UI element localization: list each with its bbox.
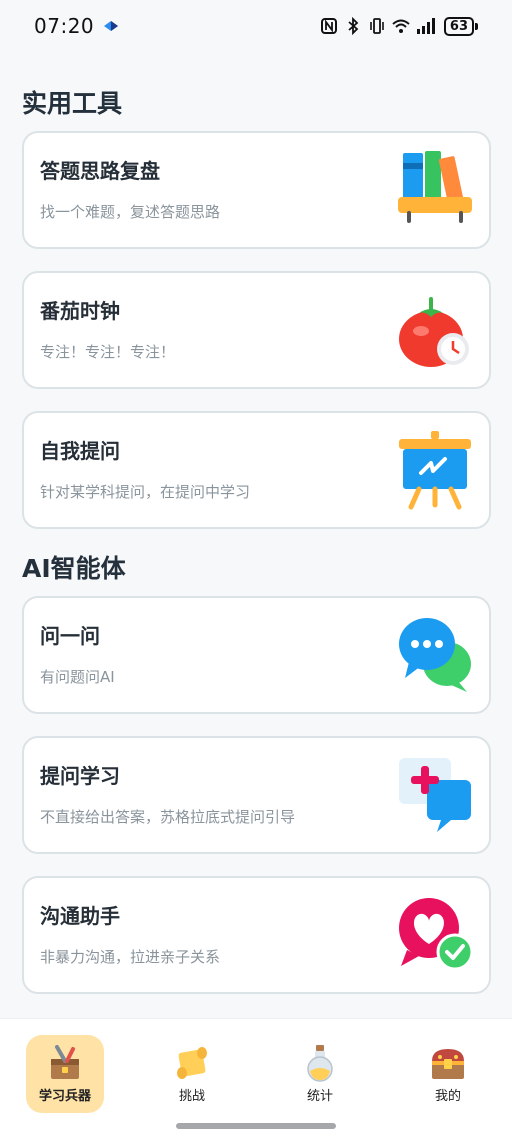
- nfc-icon: [320, 18, 337, 34]
- heart-check-icon: [399, 898, 473, 971]
- nav-item-weapons[interactable]: 学习兵器: [26, 1035, 104, 1113]
- chat-bubbles-icon: [399, 618, 471, 692]
- potion-bottle-icon: [307, 1045, 333, 1082]
- card-title: 提问学习: [40, 764, 120, 788]
- card-title: 番茄时钟: [40, 299, 120, 323]
- card-title: 问一问: [40, 624, 100, 648]
- nav-label: 学习兵器: [38, 1089, 91, 1104]
- books-shelf-icon: [398, 151, 472, 223]
- status-time: 07:20: [34, 14, 95, 38]
- weapon-box-icon: [51, 1045, 79, 1079]
- battery-indicator: 63: [443, 16, 478, 36]
- card-title: 沟通助手: [40, 904, 120, 928]
- nav-item-mine[interactable]: 我的: [409, 1035, 487, 1113]
- card-subtitle: 找一个难题，复述答题思路: [40, 203, 221, 221]
- app-notification-icon: [104, 21, 119, 31]
- card-subtitle: 专注！专注！专注！: [40, 343, 176, 361]
- agent-card-communication[interactable]: 沟通助手 非暴力沟通，拉进亲子关系: [22, 876, 491, 994]
- treasure-chest-icon: [432, 1049, 464, 1079]
- tomato-clock-icon: [399, 297, 469, 367]
- signal-icon: [416, 18, 435, 34]
- battery-level: 63: [443, 16, 474, 36]
- card-title: 答题思路复盘: [40, 159, 160, 183]
- scroll-icon: [177, 1047, 207, 1079]
- card-subtitle: 非暴力沟通，拉进亲子关系: [40, 948, 221, 966]
- bottom-nav: 学习兵器 挑战 统计 我的: [0, 1018, 512, 1139]
- card-subtitle: 针对某学科提问，在提问中学习: [40, 483, 251, 501]
- easel-board-icon: [399, 431, 471, 510]
- tool-card-self-question[interactable]: 自我提问 针对某学科提问，在提问中学习: [22, 411, 491, 529]
- card-title: 自我提问: [40, 439, 120, 463]
- question-cards-icon: [399, 758, 471, 832]
- vibrate-icon: [370, 18, 384, 34]
- status-bar: 07:20 63: [0, 0, 512, 52]
- card-subtitle: 有问题问AI: [40, 668, 115, 686]
- section-title-ai: AI智能体: [22, 554, 126, 583]
- home-indicator[interactable]: [176, 1123, 336, 1129]
- section-title-tools: 实用工具: [22, 89, 123, 118]
- nav-item-challenge[interactable]: 挑战: [153, 1035, 231, 1113]
- agent-card-ask[interactable]: 问一问 有问题问AI: [22, 596, 491, 714]
- tool-card-pomodoro[interactable]: 番茄时钟 专注！专注！专注！: [22, 271, 491, 389]
- bluetooth-icon: [348, 17, 359, 35]
- nav-label: 挑战: [178, 1089, 205, 1104]
- nav-item-stats[interactable]: 统计: [281, 1035, 359, 1113]
- battery-tip: [475, 22, 478, 30]
- card-subtitle: 不直接给出答案，苏格拉底式提问引导: [40, 808, 296, 826]
- nav-label: 我的: [434, 1089, 461, 1104]
- nav-label: 统计: [306, 1089, 333, 1104]
- tool-card-review[interactable]: 答题思路复盘 找一个难题，复述答题思路: [22, 131, 491, 249]
- wifi-icon: [392, 19, 410, 33]
- agent-card-inquiry-learning[interactable]: 提问学习 不直接给出答案，苏格拉底式提问引导: [22, 736, 491, 854]
